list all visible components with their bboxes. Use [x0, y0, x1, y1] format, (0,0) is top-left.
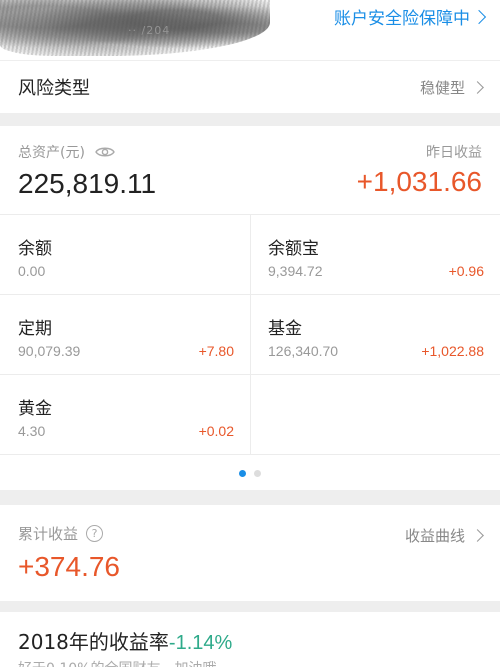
- cumulative-earnings-value: +374.76: [18, 551, 120, 582]
- cumulative-earnings-card: 累计收益 ? +374.76 收益曲线: [0, 505, 500, 601]
- yearly-return-subtitle: 好于0.10%的全国财友，加油哦: [18, 658, 216, 667]
- asset-cell-gold[interactable]: 黄金 4.30 +0.02: [0, 374, 250, 454]
- redacted-avatar-area: ·· /204: [0, 0, 270, 56]
- yearly-return-title-wrap: 2018年的收益率-1.14%: [18, 626, 232, 655]
- earnings-curve-link[interactable]: 收益曲线: [404, 525, 484, 546]
- risk-type-label: 风险类型: [18, 78, 90, 99]
- chevron-right-icon: [471, 80, 484, 94]
- asset-name: 余额: [18, 239, 52, 259]
- risk-type-value: 稳健型: [419, 78, 465, 97]
- asset-cell-fund[interactable]: 基金 126,340.70 +1,022.88: [250, 294, 500, 374]
- asset-cell-balance[interactable]: 余额 0.00: [0, 214, 250, 294]
- asset-name: 余额宝: [268, 239, 319, 259]
- yesterday-earnings-value[interactable]: +1,031.66: [357, 166, 482, 198]
- asset-gain: +1,022.88: [421, 343, 484, 359]
- asset-name: 基金: [268, 319, 302, 339]
- eye-icon[interactable]: [95, 145, 115, 159]
- assets-card: 总资产(元) 225,819.11 昨日收益 +1,031.66 余额 0.00…: [0, 126, 500, 490]
- asset-amount: 0.00: [18, 263, 46, 279]
- page-indicator: [0, 470, 500, 477]
- question-icon[interactable]: ?: [86, 525, 104, 542]
- asset-amount: 4.30: [18, 423, 46, 439]
- asset-gain: +7.80: [198, 343, 234, 359]
- yearly-return-title: 2018年的收益率: [18, 630, 169, 654]
- asset-cell-fixed-term[interactable]: 定期 90,079.39 +7.80: [0, 294, 250, 374]
- asset-name: 定期: [18, 319, 52, 339]
- top-header: ·· /204 账户安全险保障中: [0, 0, 500, 60]
- wealth-overview-page: ·· /204 账户安全险保障中 风险类型 稳健型 总资产(元) 225,819…: [0, 0, 500, 667]
- asset-name: 黄金: [18, 399, 52, 419]
- risk-type-row[interactable]: 风险类型 稳健型: [0, 61, 500, 113]
- yearly-return-rate: -1.14%: [168, 632, 233, 654]
- chevron-right-icon: [471, 9, 487, 24]
- page-dot-active: [239, 470, 246, 477]
- asset-amount: 9,394.72: [268, 263, 323, 279]
- cumulative-earnings-label: 累计收益: [18, 525, 79, 543]
- total-assets-value[interactable]: 225,819.11: [18, 168, 156, 200]
- chevron-right-icon: [471, 529, 484, 542]
- yesterday-earnings-label: 昨日收益: [426, 145, 482, 161]
- page-dot: [254, 470, 261, 477]
- asset-amount: 90,079.39: [18, 343, 81, 359]
- account-security-insurance-link[interactable]: 账户安全险保障中: [334, 4, 487, 29]
- asset-gain: +0.02: [198, 423, 234, 439]
- risk-type-value-wrap: 稳健型: [419, 77, 484, 98]
- blurred-account-text: ·· /204: [128, 24, 171, 37]
- account-security-insurance-label: 账户安全险保障中: [334, 9, 470, 29]
- yearly-return-card[interactable]: 2018年的收益率-1.14% 好于0.10%的全国财友，加油哦: [0, 612, 500, 667]
- total-assets-label-wrap: 总资产(元): [18, 142, 115, 162]
- total-assets-label: 总资产(元): [18, 145, 85, 161]
- asset-cell-yuebao[interactable]: 余额宝 9,394.72 +0.96: [250, 214, 500, 294]
- divider: [0, 454, 500, 455]
- asset-amount: 126,340.70: [268, 343, 339, 359]
- asset-gain: +0.96: [448, 263, 484, 279]
- earnings-curve-label: 收益曲线: [404, 527, 465, 545]
- cumulative-earnings-label-wrap: 累计收益 ?: [18, 523, 104, 544]
